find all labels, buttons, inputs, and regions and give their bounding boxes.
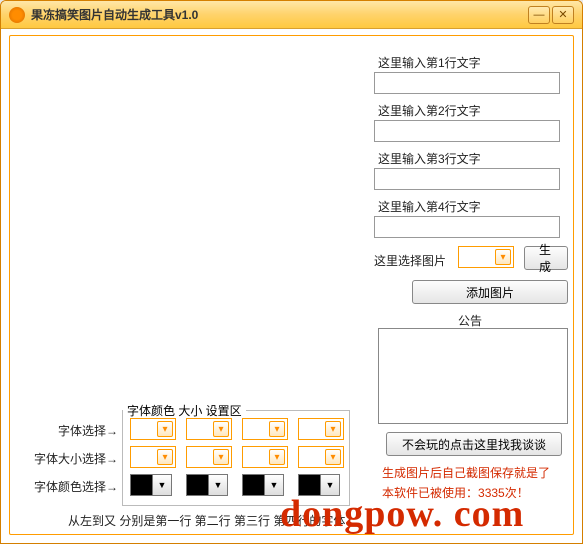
font-color-label: 字体颜色选择→ [24,478,118,495]
chevron-down-icon: ▾ [213,421,229,437]
chevron-down-icon: ▾ [269,421,285,437]
line4-label: 这里输入第4行文字 [378,198,481,215]
font-combo-3[interactable]: ▾ [242,418,288,440]
chevron-down-icon: ▼ [265,475,283,495]
fontsize-combo-3[interactable]: ▾ [242,446,288,468]
chevron-down-icon: ▼ [209,475,227,495]
notice-title: 公告 [458,312,482,329]
line3-label: 这里输入第3行文字 [378,150,481,167]
fontcolor-picker-2[interactable]: ▼ [186,474,228,496]
fontsize-combo-1[interactable]: ▾ [130,446,176,468]
chevron-down-icon: ▾ [325,449,341,465]
app-icon [9,7,25,23]
chevron-down-icon: ▾ [157,449,173,465]
fontcolor-picker-1[interactable]: ▼ [130,474,172,496]
chevron-down-icon: ▼ [321,475,339,495]
line1-input[interactable] [374,72,560,94]
chevron-down-icon: ▼ [153,475,171,495]
chevron-down-icon: ▾ [269,449,285,465]
chevron-down-icon: ▾ [325,421,341,437]
client-area: 这里输入第1行文字 这里输入第2行文字 这里输入第3行文字 这里输入第4行文字 … [9,35,574,535]
line2-input[interactable] [374,120,560,142]
status-hint2-prefix: 本软件已被使用： [382,486,478,500]
titlebar: 果冻搞笑图片自动生成工具v1.0 — ✕ [1,1,582,29]
line4-input[interactable] [374,216,560,238]
image-select-combo[interactable]: ▾ [458,246,514,268]
add-image-button[interactable]: 添加图片 [412,280,568,304]
font-footer-hint: 从左到又 分别是第一行 第二行 第三行 第四行的字体 [68,512,345,529]
generate-button[interactable]: 生成 [524,246,568,270]
notice-box [378,328,568,424]
line3-input[interactable] [374,168,560,190]
image-select-label: 这里选择图片 [374,252,446,269]
close-button[interactable]: ✕ [552,6,574,24]
font-combo-1[interactable]: ▾ [130,418,176,440]
chevron-down-icon: ▾ [495,249,511,265]
status-hint2-suffix: 次！ [505,486,529,500]
status-hint2-count: 3335 [478,486,505,500]
color-swatch [187,475,209,495]
chevron-down-icon: ▾ [157,421,173,437]
font-size-label: 字体大小选择→ [24,450,118,467]
fontcolor-picker-3[interactable]: ▼ [242,474,284,496]
window-title: 果冻搞笑图片自动生成工具v1.0 [31,6,526,23]
line2-label: 这里输入第2行文字 [378,102,481,119]
color-swatch [299,475,321,495]
minimize-button[interactable]: — [528,6,550,24]
font-combo-2[interactable]: ▾ [186,418,232,440]
app-window: 果冻搞笑图片自动生成工具v1.0 — ✕ 这里输入第1行文字 这里输入第2行文字… [0,0,583,544]
font-select-label: 字体选择→ [36,422,118,439]
line1-label: 这里输入第1行文字 [378,54,481,71]
fontsize-combo-2[interactable]: ▾ [186,446,232,468]
font-combo-4[interactable]: ▾ [298,418,344,440]
fontsize-combo-4[interactable]: ▾ [298,446,344,468]
fontcolor-picker-4[interactable]: ▼ [298,474,340,496]
font-settings-legend: 字体颜色 大小 设置区 [123,402,246,419]
color-swatch [243,475,265,495]
color-swatch [131,475,153,495]
chevron-down-icon: ▾ [213,449,229,465]
status-hint2: 本软件已被使用：3335次！ [382,484,529,501]
help-button[interactable]: 不会玩的点击这里找我谈谈 [386,432,562,456]
status-hint1: 生成图片后自己截图保存就是了 [382,464,550,481]
